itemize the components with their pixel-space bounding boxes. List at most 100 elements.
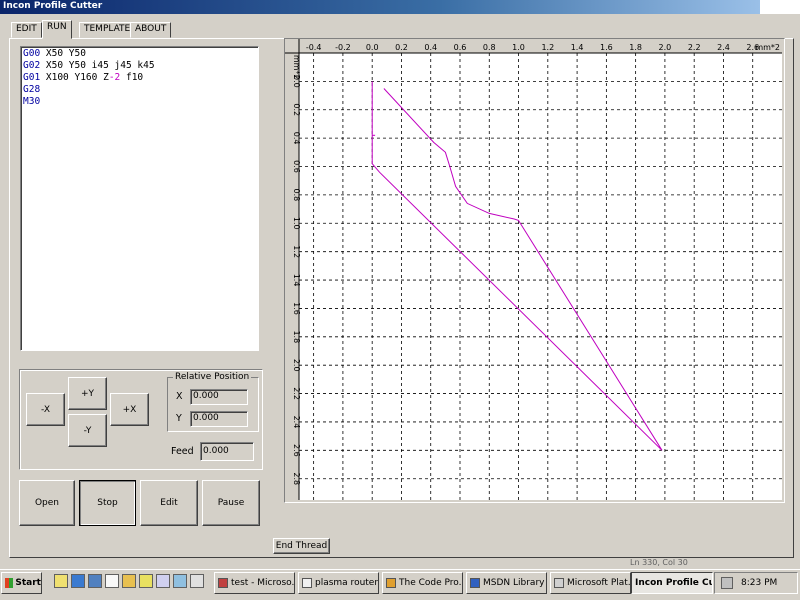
x-tick-label: 0.0: [366, 43, 379, 52]
edit-button[interactable]: Edit: [140, 480, 198, 526]
gcode-args: X50 Y50 i45 j45 k45: [40, 60, 155, 71]
taskbar-item[interactable]: MSDN Library ...: [466, 572, 547, 594]
app-icon[interactable]: [190, 574, 204, 588]
y-tick-label: 2.2: [292, 387, 301, 400]
y-tick-label: 0.2: [292, 103, 301, 116]
window-title: Incon Profile Cutter: [0, 0, 800, 14]
windows-flag-icon: [5, 578, 14, 588]
y-tick-label: 2.6: [292, 444, 301, 457]
gcode-command: G01: [23, 72, 41, 83]
y-tick-label: 2.0: [292, 359, 301, 372]
stop-button[interactable]: Stop: [79, 480, 136, 526]
x-tick-label: 0.4: [424, 43, 437, 52]
x-tick-label: -0.2: [335, 43, 351, 52]
position-x-field: 0.000: [190, 389, 248, 405]
jog-plus-y-button[interactable]: +Y: [68, 377, 107, 410]
position-y-field: 0.000: [190, 411, 248, 427]
feed-field: 0.000: [200, 442, 254, 461]
gcode-line: M30: [23, 96, 256, 108]
app-icon: [386, 578, 396, 588]
taskbar-item[interactable]: test - Microso...: [214, 572, 295, 594]
taskbar-item-label: test - Microso...: [231, 578, 295, 588]
relative-position-title: Relative Position: [173, 372, 252, 382]
app-icon: [302, 578, 312, 588]
taskbar-item-active[interactable]: Incon Profile Cu...: [631, 572, 713, 594]
gcode-line: G02 X50 Y50 i45 j45 k45: [23, 60, 256, 72]
taskbar-item-label: MSDN Library ...: [483, 578, 546, 588]
y-tick-label: 1.4: [292, 274, 301, 287]
taskbar-item-label: Incon Profile Cu...: [635, 578, 712, 588]
settings-icon[interactable]: [173, 574, 187, 588]
y-tick-label: 2.8: [292, 472, 301, 485]
taskbar-item-label: Microsoft Plat...: [567, 578, 631, 588]
position-x-label: X: [176, 391, 183, 402]
program-icon[interactable]: [156, 574, 170, 588]
system-tray: 8:23 PM: [714, 572, 798, 594]
app-icon: [554, 578, 564, 588]
internet-explorer-icon[interactable]: [71, 574, 85, 588]
y-tick-label: 0.8: [292, 189, 301, 202]
x-tick-label: 1.8: [629, 43, 642, 52]
taskbar-item-label: The Code Pro...: [399, 578, 463, 588]
end-thread-button[interactable]: End Thread: [273, 538, 330, 554]
plot-area: [299, 53, 782, 500]
tab-about[interactable]: ABOUT: [130, 22, 172, 38]
x-tick-label: 1.0: [512, 43, 525, 52]
taskbar-item-label: plasma router: [315, 578, 379, 588]
x-tick-label: 0.8: [483, 43, 496, 52]
gcode-line: G28: [23, 84, 256, 96]
x-tick-label: -0.4: [306, 43, 322, 52]
y-unit-label: mm*2: [292, 55, 301, 80]
show-desktop-icon[interactable]: [54, 574, 68, 588]
taskbar-item[interactable]: Microsoft Plat...: [550, 572, 631, 594]
title-bar-edge: [760, 0, 800, 14]
tab-edit[interactable]: EDIT: [11, 22, 42, 38]
gcode-editor[interactable]: G00 X50 Y50 G02 X50 Y50 i45 j45 k45 G01 …: [20, 46, 259, 351]
x-tick-label: 2.2: [688, 43, 701, 52]
search-icon[interactable]: [139, 574, 153, 588]
x-tick-label: 2.4: [717, 43, 730, 52]
x-tick-label: 2.0: [659, 43, 672, 52]
gcode-command: M30: [23, 96, 41, 107]
taskbar: Start test - Microso... plasma router Th…: [0, 569, 800, 600]
y-tick-label: 1.0: [292, 217, 301, 230]
gcode-args: X50 Y50: [40, 48, 86, 59]
gcode-line: G01 X100 Y160 Z-2 f10: [23, 72, 256, 84]
pause-button[interactable]: Pause: [202, 480, 260, 526]
toolpath-plot: -0.4 -0.2 0.0 0.2 0.4 0.6 0.8 1.0 1.2 1.4 1.6 1.8 2.…: [284, 38, 785, 503]
gcode-negative-value: -2: [108, 72, 121, 83]
open-button[interactable]: Open: [19, 480, 75, 526]
y-tick-label: 2.4: [292, 416, 301, 429]
gcode-command: G28: [23, 84, 41, 95]
y-tick-label: 0.6: [292, 160, 301, 173]
start-label: Start: [15, 578, 41, 588]
x-tick-label: 0.6: [454, 43, 467, 52]
gcode-command: G00: [23, 48, 41, 59]
window-icon[interactable]: [105, 574, 119, 588]
gcode-line: G00 X50 Y50: [23, 48, 256, 60]
x-tick-label: 0.2: [395, 43, 408, 52]
y-tick-label: 1.2: [292, 245, 301, 258]
folder-icon[interactable]: [122, 574, 136, 588]
x-tick-label: 1.2: [541, 43, 554, 52]
status-line: Ln 330, Col 30: [630, 558, 688, 567]
app-icon: [218, 578, 228, 588]
outlook-icon[interactable]: [88, 574, 102, 588]
volume-icon[interactable]: [721, 577, 733, 589]
taskbar-item[interactable]: The Code Pro...: [382, 572, 463, 594]
jog-plus-x-button[interactable]: +X: [110, 393, 149, 426]
feed-label: Feed: [171, 446, 194, 457]
jog-minus-y-button[interactable]: -Y: [68, 414, 107, 447]
start-button[interactable]: Start: [1, 572, 42, 594]
x-tick-label: 1.6: [600, 43, 613, 52]
tab-run[interactable]: RUN: [42, 20, 72, 39]
taskbar-item[interactable]: plasma router: [298, 572, 379, 594]
tab-template[interactable]: TEMPLATE: [79, 22, 136, 38]
gcode-args: X100 Y160 Z: [40, 72, 109, 83]
jog-minus-x-button[interactable]: -X: [26, 393, 65, 426]
position-y-label: Y: [176, 413, 182, 424]
y-tick-label: 0.4: [292, 132, 301, 145]
clock: 8:23 PM: [741, 578, 778, 588]
x-tick-label: 1.4: [571, 43, 584, 52]
x-unit-label: mm*2: [755, 43, 780, 52]
